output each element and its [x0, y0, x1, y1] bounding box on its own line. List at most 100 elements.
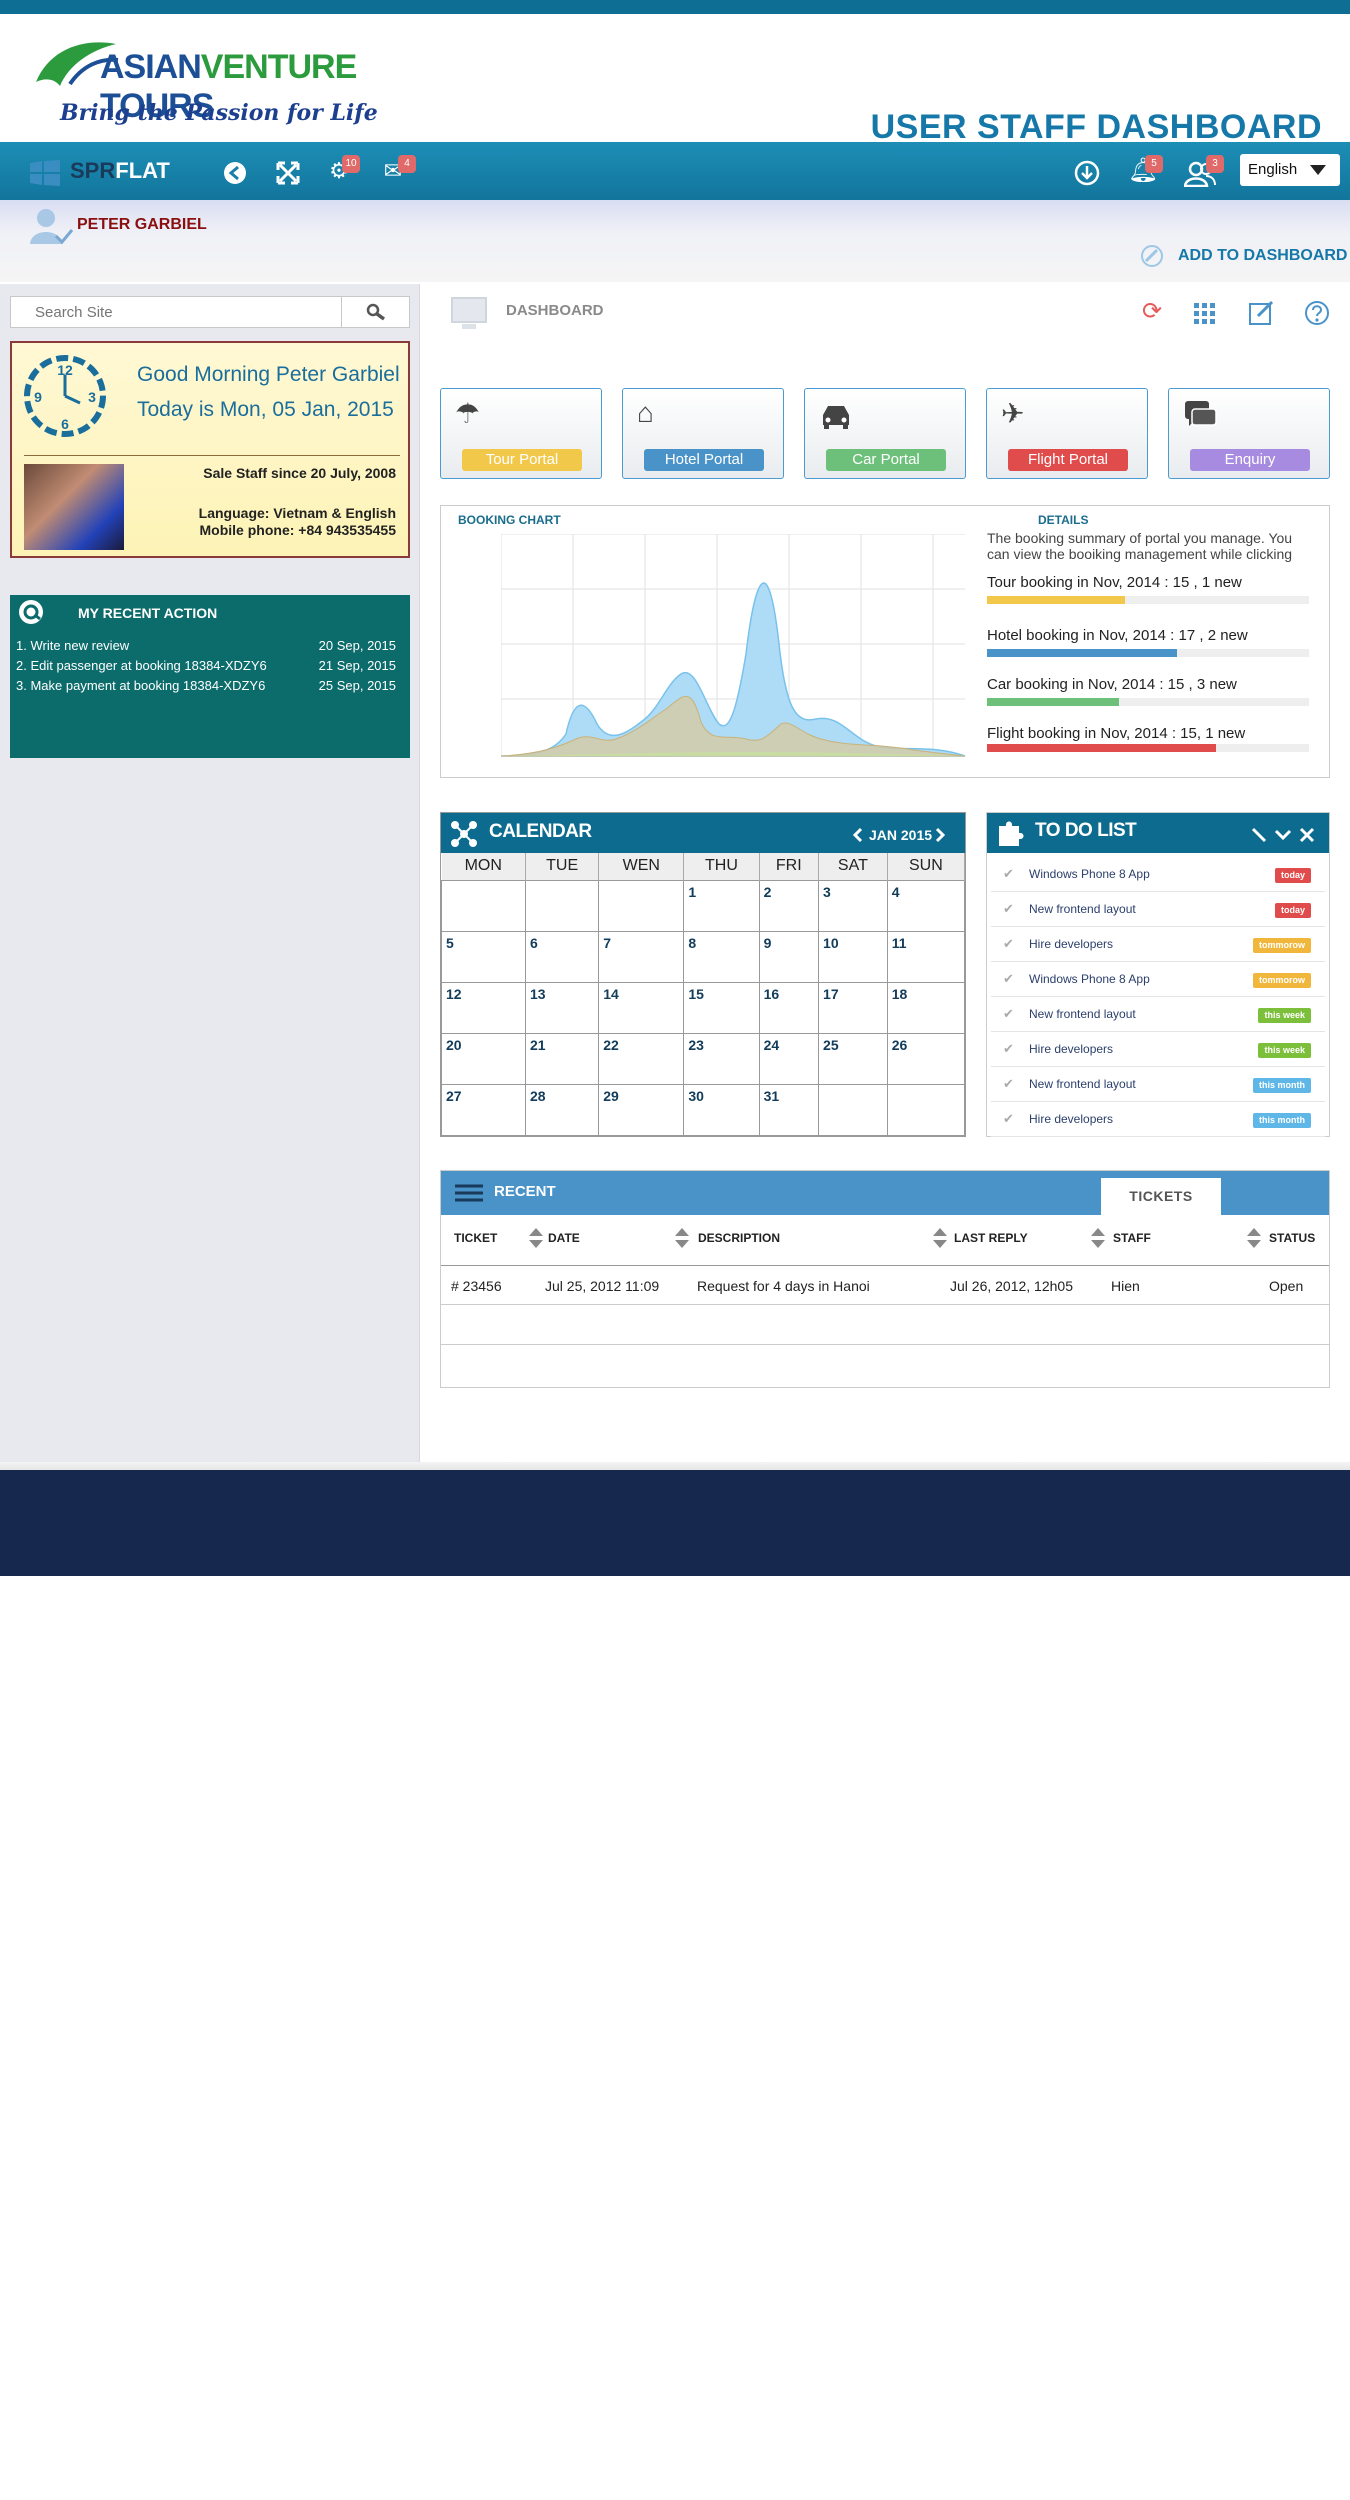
search-input[interactable] — [11, 297, 341, 327]
todo-item[interactable]: ✔ New frontend layout this month — [991, 1067, 1325, 1102]
calendar-day-cell[interactable]: 11 — [886, 930, 966, 983]
calendar-day-cell[interactable]: 5 — [441, 930, 526, 983]
calendar-day-cell[interactable]: 16 — [758, 981, 820, 1034]
column-header-staff[interactable]: STAFF — [1113, 1231, 1151, 1245]
enquiry-button[interactable]: Enquiry — [1190, 449, 1310, 471]
calendar-day-cell[interactable]: 3 — [818, 879, 888, 932]
check-icon[interactable]: ✔ — [1003, 866, 1014, 882]
calendar-day-cell[interactable]: 2 — [758, 879, 820, 932]
add-dashboard-icon[interactable] — [1140, 244, 1164, 268]
calendar-day-cell[interactable]: 29 — [598, 1083, 685, 1136]
check-icon[interactable]: ✔ — [1003, 901, 1014, 917]
calendar-day-cell[interactable]: 15 — [683, 981, 760, 1034]
calendar-day-cell[interactable] — [524, 879, 600, 932]
calendar-day-cell[interactable]: 6 — [524, 930, 600, 983]
sort-last-reply-icon[interactable] — [933, 1228, 947, 1250]
tab-tickets[interactable]: TICKETS — [1101, 1178, 1221, 1215]
check-icon[interactable]: ✔ — [1003, 1111, 1014, 1127]
calendar-day-cell[interactable]: 7 — [598, 930, 685, 983]
calendar-day-cell[interactable]: 13 — [524, 981, 600, 1034]
calendar-day-cell[interactable]: 26 — [886, 1032, 966, 1085]
download-icon[interactable] — [1074, 160, 1100, 186]
todo-item[interactable]: ✔ New frontend layout today — [991, 892, 1325, 927]
user-name[interactable]: PETER GARBIEL — [77, 216, 207, 234]
calendar-day-cell[interactable]: 23 — [683, 1032, 760, 1085]
flight-portal-card[interactable]: ✈ Flight Portal — [986, 388, 1148, 479]
enquiry-card[interactable]: Enquiry — [1168, 388, 1330, 479]
minimize-icon[interactable] — [1251, 827, 1267, 843]
check-icon[interactable]: ✔ — [1003, 1006, 1014, 1022]
calendar-day-cell[interactable]: 24 — [758, 1032, 820, 1085]
recent-action-item[interactable]: 2. Edit passenger at booking 18384-XDZY6 — [16, 658, 267, 673]
calendar-day-cell[interactable]: 27 — [441, 1083, 526, 1136]
calendar-day-cell[interactable]: 30 — [683, 1083, 760, 1136]
calendar-day-cell[interactable] — [886, 1083, 966, 1136]
todo-item[interactable]: ✔ New frontend layout this week — [991, 997, 1325, 1032]
calendar-day-cell[interactable] — [818, 1083, 888, 1136]
check-icon[interactable]: ✔ — [1003, 936, 1014, 952]
sort-staff-icon[interactable] — [1091, 1228, 1105, 1250]
sort-date-icon[interactable] — [529, 1228, 543, 1250]
calendar-day-cell[interactable]: 22 — [598, 1032, 685, 1085]
calendar-day-cell[interactable]: 8 — [683, 930, 760, 983]
chevron-right-icon[interactable] — [934, 827, 946, 843]
recent-action-item[interactable]: 3. Make payment at booking 18384-XDZY6 — [16, 678, 265, 693]
column-header-date[interactable]: DATE — [548, 1231, 580, 1245]
back-arrow-icon[interactable] — [222, 160, 248, 186]
calendar-day-cell[interactable] — [441, 879, 526, 932]
language-select[interactable]: English — [1240, 154, 1340, 186]
windows-icon[interactable] — [30, 160, 60, 186]
todo-item[interactable]: ✔ Hire developers this week — [991, 1032, 1325, 1067]
calendar-day-cell[interactable]: 1 — [683, 879, 760, 932]
todo-item[interactable]: ✔ Windows Phone 8 App tommorow — [991, 962, 1325, 997]
check-icon[interactable]: ✔ — [1003, 1041, 1014, 1057]
recent-action-item[interactable]: 1. Write new review — [16, 638, 129, 653]
car-portal-button[interactable]: Car Portal — [826, 449, 946, 471]
help-icon[interactable] — [1304, 300, 1330, 326]
fullscreen-icon[interactable] — [275, 160, 301, 186]
calendar-day-cell[interactable]: 20 — [441, 1032, 526, 1085]
todo-item[interactable]: ✔ Hire developers this month — [991, 1102, 1325, 1137]
close-icon[interactable] — [1299, 827, 1315, 843]
avatar[interactable] — [24, 464, 124, 550]
calendar-day-cell[interactable]: 9 — [758, 930, 820, 983]
flight-portal-button[interactable]: Flight Portal — [1008, 449, 1128, 471]
grid-icon[interactable] — [1193, 302, 1217, 326]
check-icon[interactable]: ✔ — [1003, 1076, 1014, 1092]
add-to-dashboard-link[interactable]: ADD TO DASHBOARD — [1178, 247, 1347, 265]
calendar-day-cell[interactable]: 25 — [818, 1032, 888, 1085]
menu-icon[interactable] — [453, 1183, 485, 1203]
calendar-day-cell[interactable]: 17 — [818, 981, 888, 1034]
calendar-day-cell[interactable]: 18 — [886, 981, 966, 1034]
calendar-day-cell[interactable]: 31 — [758, 1083, 820, 1136]
column-header-status[interactable]: STATUS — [1269, 1231, 1315, 1245]
header-divider — [441, 1265, 1329, 1266]
hotel-portal-card[interactable]: ⌂ Hotel Portal — [622, 388, 784, 479]
calendar-day-cell[interactable]: 21 — [524, 1032, 600, 1085]
calendar-day-cell[interactable]: 12 — [441, 981, 526, 1034]
column-header-last-reply[interactable]: LAST REPLY — [954, 1231, 1028, 1245]
calendar-day-cell[interactable]: 10 — [818, 930, 888, 983]
calendar-day-cell[interactable]: 4 — [886, 879, 966, 932]
search-button[interactable] — [341, 297, 409, 327]
calendar-day-cell[interactable] — [598, 879, 685, 932]
car-portal-card[interactable]: Car Portal — [804, 388, 966, 479]
todo-item[interactable]: ✔ Hire developers tommorow — [991, 927, 1325, 962]
tour-portal-card[interactable]: ☂ Tour Portal — [440, 388, 602, 479]
column-header-ticket[interactable]: TICKET — [454, 1231, 497, 1245]
chevron-down-icon[interactable] — [1274, 827, 1292, 843]
hotel-portal-button[interactable]: Hotel Portal — [644, 449, 764, 471]
sort-status-icon[interactable] — [1247, 1228, 1261, 1250]
check-icon[interactable]: ✔ — [1003, 971, 1014, 987]
tour-portal-button[interactable]: Tour Portal — [462, 449, 582, 471]
logo[interactable]: ASIANVENTURE TOURS Bring the Passion for… — [30, 34, 400, 134]
chevron-left-icon[interactable] — [852, 827, 864, 843]
column-header-description[interactable]: DESCRIPTION — [698, 1231, 780, 1245]
calendar-day-cell[interactable]: 14 — [598, 981, 685, 1034]
sort-description-icon[interactable] — [675, 1228, 689, 1250]
refresh-icon[interactable]: ⟳ — [1138, 298, 1166, 326]
calendar-day-cell[interactable]: 28 — [524, 1083, 600, 1136]
ticket-number[interactable]: # 23456 — [451, 1278, 502, 1294]
edit-icon[interactable] — [1248, 300, 1274, 326]
todo-item[interactable]: ✔ Windows Phone 8 App today — [991, 857, 1325, 892]
